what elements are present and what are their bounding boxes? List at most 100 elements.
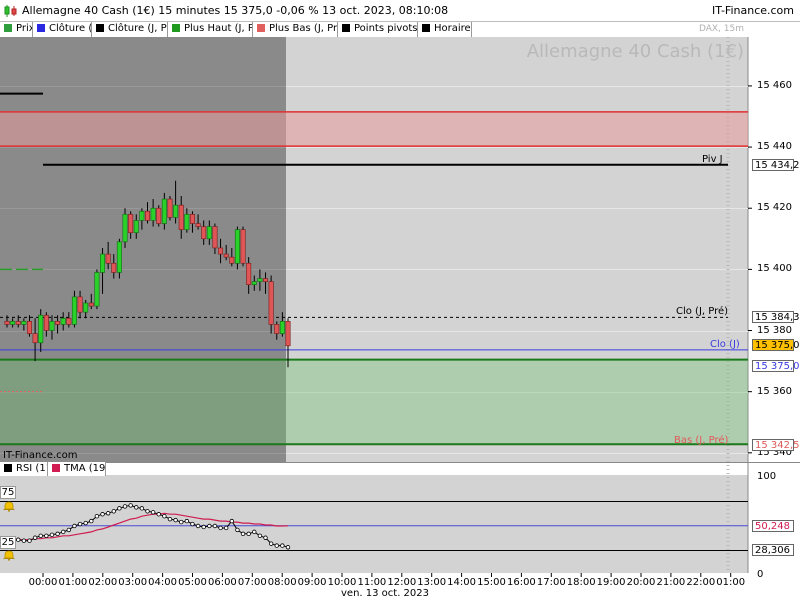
candle — [167, 198, 173, 218]
time-tick-label: 00:00 — [28, 577, 58, 588]
candle — [257, 278, 263, 282]
candle — [229, 256, 235, 264]
legend-color-swatch — [4, 464, 12, 472]
legend-cloture-j-pre[interactable]: Clôture (J, Pré — [92, 22, 168, 37]
rsi-point — [94, 514, 100, 519]
rsi-point — [212, 523, 218, 529]
rsi-point — [246, 531, 251, 537]
legend-horaires[interactable]: Horaires — [418, 22, 472, 37]
rsi-point — [117, 506, 122, 511]
candle — [105, 253, 111, 264]
time-tick-label: 22:00 — [686, 577, 716, 588]
candle — [71, 296, 77, 325]
candle — [263, 278, 269, 282]
rsi-tick-label: 0 — [757, 569, 764, 580]
candle — [116, 241, 122, 273]
price-tick-label: 15 440 — [757, 141, 792, 153]
rsi-point — [229, 518, 234, 524]
legend-label: RSI (11 — [16, 463, 47, 474]
tma-value-tag: 50,248 — [752, 519, 794, 532]
legend-plus-bas[interactable]: Plus Bas (J, Pr — [253, 22, 338, 37]
candle — [206, 226, 212, 240]
candle — [173, 204, 179, 218]
indicator-legend: Prix Clôture (J Clôture (J, Pré Plus Haut (… — [0, 22, 750, 37]
close-today-label: Clo (J) — [710, 338, 740, 350]
rsi-point — [184, 518, 190, 524]
rsi-point — [156, 512, 161, 517]
candle — [128, 214, 134, 233]
brand-name: IT-Finance.com — [712, 4, 794, 17]
rsi-point — [240, 531, 246, 537]
rsi-point — [195, 523, 201, 529]
legend-color-swatch — [257, 24, 265, 32]
candle — [240, 229, 246, 264]
price-chart[interactable] — [0, 37, 800, 600]
candle — [156, 207, 162, 224]
candle — [122, 214, 128, 243]
alert-bell-icon[interactable] — [2, 549, 16, 561]
rsi-point — [111, 509, 116, 514]
legend-color-swatch — [52, 464, 60, 472]
legend-rsi[interactable]: RSI (11 — [0, 462, 48, 476]
prev-low-label: Bas (J, Pré) — [674, 435, 729, 447]
candle — [10, 321, 16, 325]
candle — [83, 302, 89, 313]
candle — [234, 229, 240, 264]
date-label: ven. 13 oct. 2023 — [340, 588, 430, 599]
pivot-price-tag: 15 434,2 — [752, 158, 800, 171]
rsi-point — [83, 520, 88, 526]
last-price-tag: 15 375,0 — [752, 338, 800, 351]
legend-color-swatch — [172, 24, 180, 32]
candle — [43, 314, 49, 331]
candle — [49, 321, 55, 331]
candle — [201, 226, 207, 240]
rsi-point — [263, 535, 268, 540]
legend-points-pivots[interactable]: Points pivots ( — [338, 22, 418, 37]
rsi-point — [38, 533, 43, 538]
candle — [133, 220, 139, 233]
chart-brand: IT-Finance.com — [3, 450, 78, 461]
time-tick-label: 10:00 — [327, 577, 357, 588]
legend-color-swatch — [96, 24, 104, 32]
time-tick-label: 20:00 — [626, 577, 656, 588]
time-tick-label: 02:00 — [88, 577, 118, 588]
legend-cloture-j[interactable]: Clôture (J — [33, 22, 92, 37]
rsi-point — [77, 521, 83, 527]
rsi-point — [139, 506, 145, 511]
legend-tma[interactable]: TMA (19) — [48, 462, 106, 476]
pivot-label: Piv J — [702, 153, 723, 165]
candle — [195, 223, 201, 227]
legend-color-swatch — [37, 24, 45, 32]
rsi-point — [173, 517, 178, 523]
chart-window: Allemagne 40 Cash (1€) 15 minutes 15 375… — [0, 0, 800, 600]
panel-separator — [0, 462, 748, 475]
rsi-point — [252, 529, 257, 535]
time-tick-label: 11:00 — [357, 577, 387, 588]
legend-plus-haut[interactable]: Plus Haut (J, Pr — [168, 22, 253, 37]
candle — [268, 281, 274, 325]
candle — [279, 321, 285, 334]
candle — [139, 210, 145, 221]
candle — [150, 207, 156, 221]
time-tick-label: 09:00 — [297, 577, 327, 588]
candle — [66, 317, 72, 325]
candle — [4, 321, 10, 325]
candle — [285, 321, 291, 347]
rsi-point — [105, 511, 111, 516]
candle — [111, 262, 117, 273]
rsi-point — [268, 541, 274, 546]
rsi-point — [223, 525, 229, 531]
rsi-point — [89, 518, 94, 524]
title-bar: Allemagne 40 Cash (1€) 15 minutes 15 375… — [0, 0, 800, 22]
legend-color-swatch — [422, 24, 430, 32]
window-title: Allemagne 40 Cash (1€) 15 minutes 15 375… — [22, 4, 449, 17]
alert-bell-icon[interactable] — [2, 500, 16, 512]
rsi-point — [150, 510, 156, 515]
time-tick-label: 17:00 — [536, 577, 566, 588]
candle — [21, 321, 27, 325]
legend-prix[interactable]: Prix — [0, 22, 33, 37]
time-tick-label: 05:00 — [178, 577, 207, 588]
candle — [32, 333, 38, 344]
candle — [212, 226, 218, 249]
candle — [38, 314, 44, 344]
